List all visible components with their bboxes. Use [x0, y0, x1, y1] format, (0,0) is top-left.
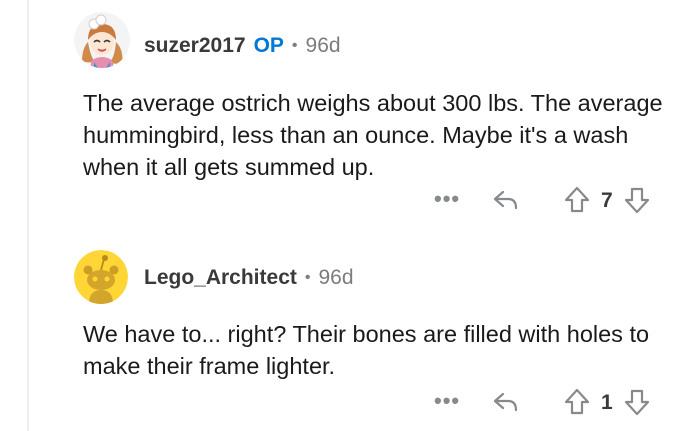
upvote-icon[interactable]	[564, 186, 590, 214]
separator-dot: •	[291, 37, 298, 54]
op-badge: OP	[253, 34, 284, 57]
upvote-icon[interactable]	[564, 388, 590, 416]
separator-dot: •	[304, 269, 311, 286]
comment: suzer2017 OP • 96d The average ostrich w…	[0, 0, 700, 225]
reply-icon[interactable]	[492, 390, 520, 414]
downvote-icon[interactable]	[624, 186, 650, 214]
comment-actions: ••• 7	[420, 186, 670, 216]
comment-body: We have to... right? Their bones are fil…	[83, 321, 650, 379]
snoo-avatar-icon	[74, 250, 128, 304]
comment-age[interactable]: 96d	[306, 33, 341, 59]
comment-body: The average ostrich weighs about 300 lbs…	[83, 90, 663, 180]
comment: Lego_Architect • 96d We have to... right…	[0, 245, 700, 431]
user-avatar[interactable]	[74, 250, 128, 304]
more-options-icon[interactable]: •••	[434, 186, 460, 212]
comment-age[interactable]: 96d	[318, 265, 353, 291]
more-options-icon[interactable]: •••	[434, 388, 460, 414]
downvote-icon[interactable]	[624, 388, 650, 416]
vote-count: 7	[601, 189, 613, 212]
username[interactable]: suzer2017	[144, 33, 246, 59]
vote-count: 1	[601, 391, 613, 414]
comment-meta: Lego_Architect • 96d	[144, 265, 354, 291]
username[interactable]: Lego_Architect	[144, 265, 297, 291]
anime-girl-avatar-icon	[74, 12, 130, 68]
user-avatar[interactable]	[74, 12, 130, 68]
comment-actions: ••• 1	[420, 388, 670, 418]
comment-meta: suzer2017 OP • 96d	[144, 33, 341, 59]
reply-icon[interactable]	[492, 188, 520, 212]
